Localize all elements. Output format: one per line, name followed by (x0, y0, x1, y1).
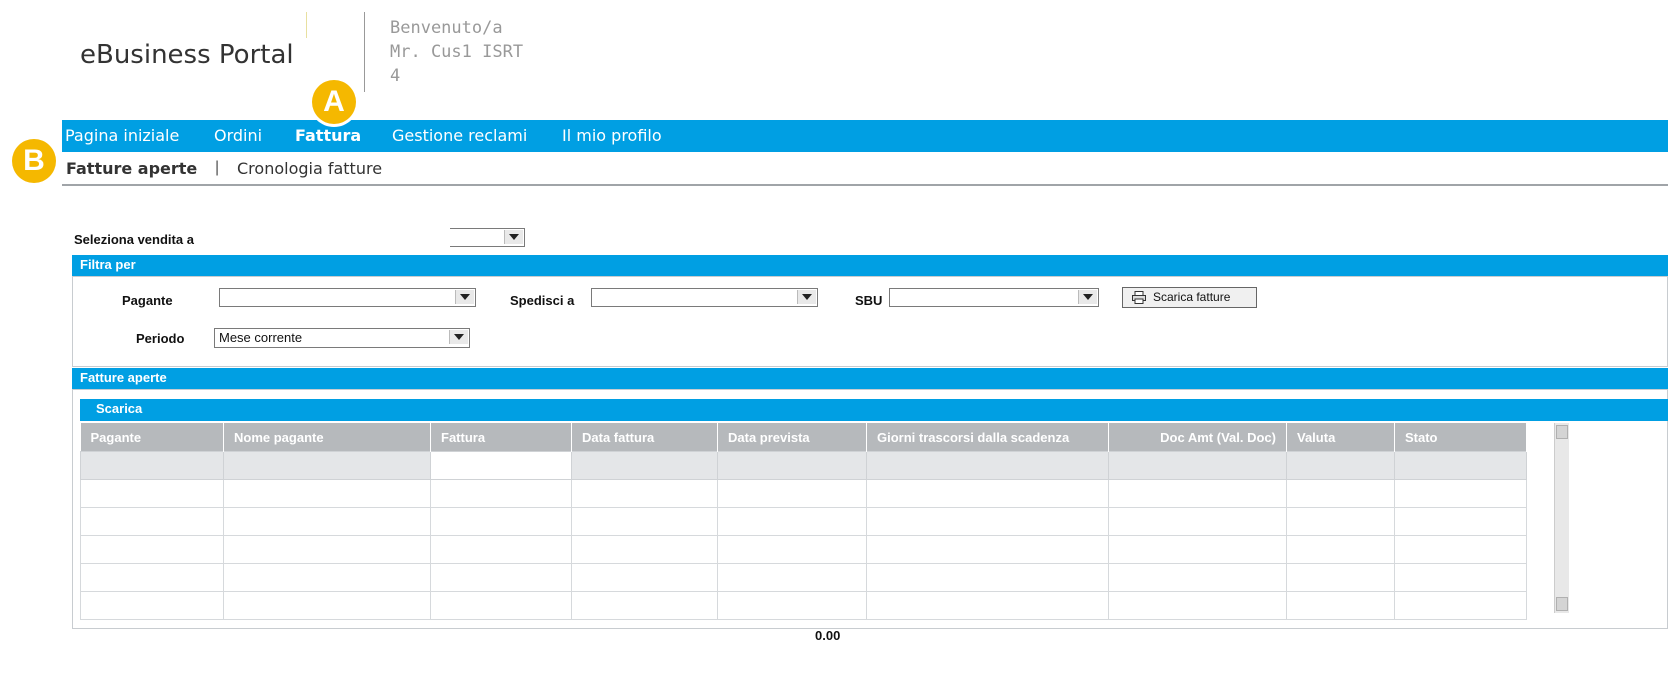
download-invoices-label: Scarica fatture (1153, 290, 1231, 304)
chevron-down-icon[interactable] (455, 290, 474, 304)
nav-item-ordini[interactable]: Ordini (214, 126, 262, 145)
fatture-aperte-bar: Fatture aperte (72, 368, 1668, 389)
column-header-valuta[interactable]: Valuta (1286, 423, 1395, 452)
download-bar[interactable]: Scarica (80, 399, 1668, 421)
sbu-label: SBU (855, 293, 883, 308)
redaction-block (218, 226, 450, 256)
nav-item-il-mio-profilo[interactable]: Il mio profilo (562, 126, 662, 145)
subnav-item-cronologia-fatture[interactable]: Cronologia fatture (237, 159, 382, 178)
marker-a: A (312, 80, 356, 124)
subnav-separator: | (215, 159, 220, 176)
table-filter-row (80, 451, 1527, 480)
seleziona-vendita-label: Seleziona vendita a (74, 232, 194, 247)
scroll-up-icon[interactable] (1556, 425, 1568, 439)
column-header-fattura[interactable]: Fattura (430, 423, 572, 452)
scroll-down-icon[interactable] (1556, 597, 1568, 611)
portal-logo: eBusiness Portal (80, 40, 294, 70)
chevron-down-icon[interactable] (504, 230, 523, 244)
subnav-item-fatture-aperte[interactable]: Fatture aperte (66, 159, 197, 178)
pagante-label: Pagante (122, 293, 173, 308)
table-row (80, 591, 1527, 620)
table-row (80, 479, 1527, 508)
logo-accent-line (306, 12, 307, 38)
welcome-text: Benvenuto/a Mr. Cus1 ISRT 4 (390, 16, 523, 88)
filter-cell[interactable] (1108, 451, 1287, 480)
column-header-data-fattura[interactable]: Data fattura (571, 423, 718, 452)
pagante-select[interactable] (219, 288, 476, 307)
table-row (80, 507, 1527, 536)
filter-cell[interactable] (866, 451, 1109, 480)
table-header-row: Pagante Nome pagante Fattura Data fattur… (80, 423, 1527, 452)
periodo-value: Mese corrente (219, 330, 303, 345)
welcome-line-1: Benvenuto/a (390, 18, 503, 38)
nav-item-fattura[interactable]: Fattura (295, 126, 361, 145)
periodo-select[interactable]: Mese corrente (214, 328, 470, 348)
marker-b: B (12, 139, 56, 183)
filtra-per-bar: Filtra per (72, 255, 1668, 276)
chevron-down-icon[interactable] (797, 290, 816, 304)
table-row (80, 535, 1527, 564)
table-row (80, 563, 1527, 592)
table-scrollbar[interactable] (1554, 423, 1569, 613)
printer-icon (1132, 291, 1146, 304)
filter-cell[interactable] (430, 451, 572, 480)
nav-item-gestione-reclami[interactable]: Gestione reclami (392, 126, 527, 145)
filter-cell[interactable] (717, 451, 867, 480)
download-invoices-button[interactable]: Scarica fatture (1122, 287, 1257, 308)
chevron-down-icon[interactable] (1078, 290, 1097, 304)
spedisci-a-select[interactable] (591, 288, 818, 307)
filter-cell[interactable] (1286, 451, 1395, 480)
spedisci-a-label: Spedisci a (510, 293, 575, 308)
invoice-table: Pagante Nome pagante Fattura Data fattur… (80, 423, 1527, 620)
sub-nav: Fatture aperte | Cronologia fatture (62, 152, 1668, 186)
chevron-down-icon[interactable] (449, 330, 468, 344)
total-amount: 0.00 (815, 628, 841, 643)
column-header-giorni-trascorsi[interactable]: Giorni trascorsi dalla scadenza (866, 423, 1109, 452)
column-header-pagante[interactable]: Pagante (80, 423, 224, 452)
welcome-line-3: 4 (390, 66, 401, 86)
nav-item-pagina-iniziale[interactable]: Pagina iniziale (65, 126, 179, 145)
header-divider (364, 12, 365, 92)
filter-cell[interactable] (223, 451, 431, 480)
filter-cell[interactable] (80, 451, 224, 480)
periodo-label: Periodo (136, 331, 185, 346)
column-header-stato[interactable]: Stato (1394, 423, 1527, 452)
filter-cell[interactable] (571, 451, 718, 480)
welcome-line-2: Mr. Cus1 ISRT (390, 42, 524, 62)
column-header-doc-amt[interactable]: Doc Amt (Val. Doc) (1108, 423, 1287, 452)
top-nav: Pagina iniziale Ordini Fattura Gestione … (62, 120, 1668, 152)
sbu-select[interactable] (889, 288, 1099, 307)
filter-cell[interactable] (1394, 451, 1527, 480)
column-header-nome-pagante[interactable]: Nome pagante (223, 423, 431, 452)
column-header-data-prevista[interactable]: Data prevista (717, 423, 867, 452)
